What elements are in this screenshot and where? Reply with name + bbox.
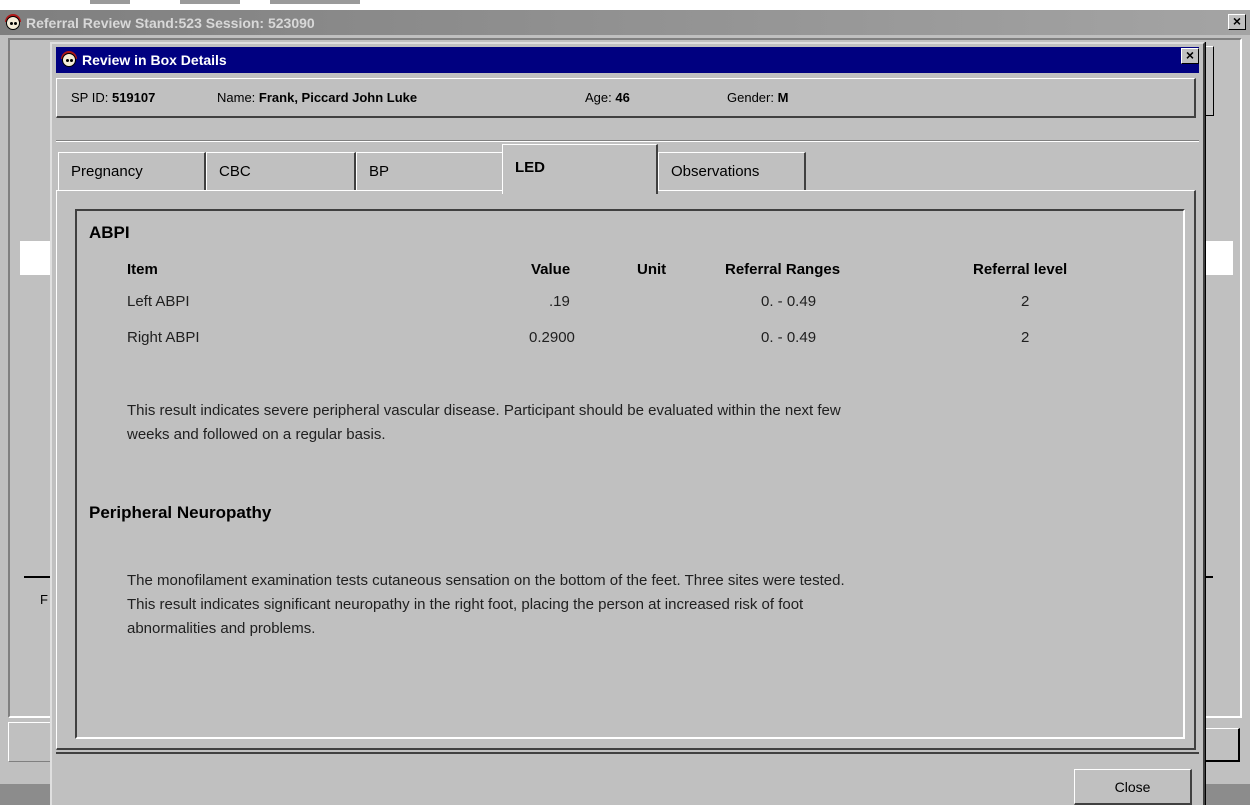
background-row-left [20,241,52,275]
column-header-referral-level: Referral level [973,261,1068,278]
background-divider-left [24,576,52,578]
column-header-referral-ranges: Referral Ranges [725,261,841,278]
abpi-result-text: This result indicates severe peripheral … [127,399,1167,447]
spid-value: 519107 [111,90,156,105]
close-button[interactable]: Close [1074,769,1192,805]
spid-field: SP ID: 519107 [71,90,155,105]
tab-bp[interactable]: BP [356,152,504,192]
row-referral-level: 2 [1021,293,1030,310]
top-strip [0,0,1250,10]
name-field: Name: Frank, Piccard John Luke [217,90,417,105]
led-tab-panel: ABPI Item Value Unit Referral Ranges Ref… [56,190,1196,750]
spid-label: SP ID: [71,90,109,105]
gender-field: Gender: M [727,90,788,105]
neuropathy-result-line: This result indicates significant neurop… [127,596,804,613]
abpi-result-line: This result indicates severe peripheral … [127,402,841,419]
neuropathy-result-text: The monofilament examination tests cutan… [127,569,1167,641]
name-label: Name: [217,90,256,105]
dialog-bottom-divider [56,752,1199,754]
tab-observations[interactable]: Observations [658,152,806,192]
tab-pregnancy[interactable]: Pregnancy [58,152,206,192]
row-item: Left ABPI [127,293,190,310]
column-header-item: Item [127,261,158,278]
gender-label: Gender: [727,90,774,105]
background-row-right [1205,241,1233,275]
background-window-title: Referral Review Stand:523 Session: 52309… [26,14,315,31]
dialog-title: Review in Box Details [82,52,227,68]
age-field: Age: 46 [585,90,630,105]
row-value: .19 [549,293,570,310]
row-referral-range: 0. - 0.49 [761,329,817,346]
background-partial-button[interactable] [1200,728,1240,762]
background-close-button[interactable]: × [1228,14,1246,30]
header-separator [56,140,1199,142]
age-label: Age: [585,90,612,105]
background-divider-right [1205,576,1213,578]
background-fragment-text: F [40,592,48,607]
dialog-titlebar[interactable]: Review in Box Details [56,47,1199,73]
dialog-close-icon[interactable]: × [1181,48,1199,64]
background-window-titlebar: Referral Review Stand:523 Session: 52309… [0,10,1250,35]
review-details-dialog: Review in Box Details × SP ID: 519107 Na… [50,42,1205,805]
column-header-unit: Unit [637,261,667,278]
abpi-result-line: weeks and followed on a regular basis. [127,426,386,443]
neuropathy-section-title: Peripheral Neuropathy [89,503,272,522]
abpi-section-title: ABPI [89,223,130,242]
name-value: Frank, Piccard John Luke [258,90,418,105]
neuropathy-result-line: The monofilament examination tests cutan… [127,572,845,589]
neuropathy-result-line: abnormalities and problems. [127,620,316,637]
age-value: 46 [615,90,630,105]
row-value: 0.2900 [529,329,575,346]
column-header-value: Value [531,261,571,278]
row-referral-range: 0. - 0.49 [761,293,817,310]
gender-value: M [777,90,789,105]
app-face-icon [4,13,22,32]
row-item: Right ABPI [127,329,200,346]
row-referral-level: 2 [1021,329,1030,346]
participant-info-bar: SP ID: 519107 Name: Frank, Piccard John … [56,78,1196,118]
tab-cbc[interactable]: CBC [206,152,356,192]
app-face-icon [60,51,78,69]
tab-led[interactable]: LED [502,144,658,194]
led-content-box: ABPI Item Value Unit Referral Ranges Ref… [75,209,1185,739]
